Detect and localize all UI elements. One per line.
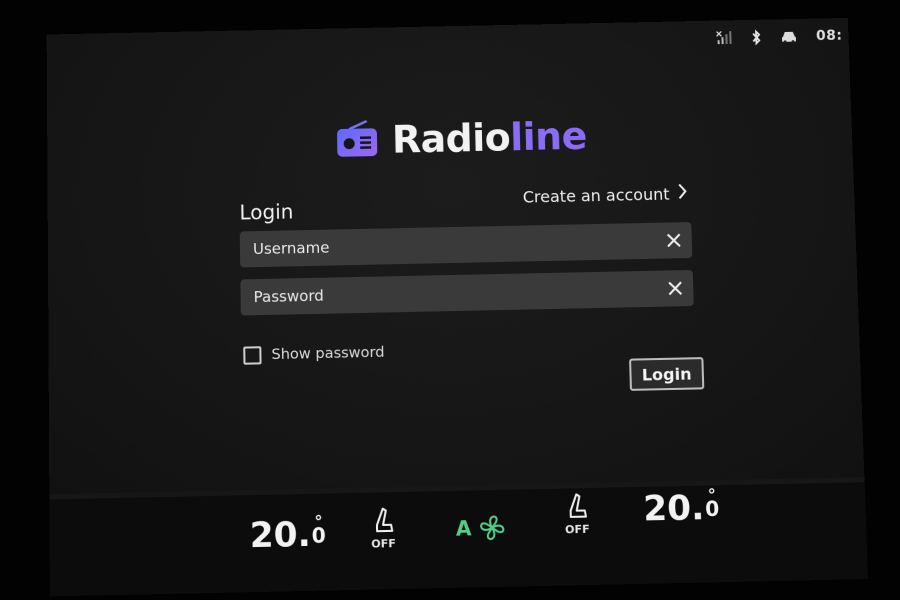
status-bar: 08: (716, 27, 843, 46)
fan-icon (477, 512, 508, 543)
login-button[interactable]: Login (629, 357, 705, 391)
app-name-part1: Radio (391, 115, 511, 162)
password-field[interactable]: Password (240, 269, 694, 316)
close-icon (668, 281, 682, 295)
infotainment-screen: 08: Radioline Login Create an account Us… (46, 17, 869, 597)
right-seat-label: OFF (564, 522, 590, 537)
fan-auto-label: A (455, 515, 472, 541)
left-seat-label: OFF (371, 536, 397, 551)
create-account-link[interactable]: Create an account (523, 182, 688, 207)
left-temp-decimal: 0 (311, 523, 326, 548)
show-password-label: Show password (271, 344, 385, 364)
signal-icon (716, 31, 733, 45)
climate-bar: 20. ° 0 OFF A OFF 20. ° 0 (49, 482, 869, 597)
right-temperature[interactable]: 20. ° 0 (642, 485, 720, 530)
username-field[interactable]: Username (239, 222, 693, 268)
login-heading: Login (239, 199, 294, 225)
car-icon (780, 29, 798, 45)
right-temp-unit: ° 0 (704, 485, 720, 522)
password-clear-button[interactable] (657, 270, 694, 307)
left-temp-value: 20. (249, 514, 311, 557)
right-temp-value: 20. (642, 487, 705, 530)
right-seat-heat-button[interactable]: OFF (564, 492, 590, 536)
left-temperature[interactable]: 20. ° 0 (249, 512, 327, 557)
left-seat-heat-button[interactable]: OFF (371, 506, 397, 551)
show-password-checkbox[interactable] (243, 346, 262, 365)
close-icon (667, 233, 681, 248)
chevron-right-icon (677, 182, 688, 204)
username-clear-button[interactable] (655, 222, 692, 259)
clock: 08: (815, 27, 843, 45)
right-temp-decimal: 0 (704, 496, 720, 522)
app-name-part2: line (509, 114, 588, 160)
app-name: Radioline (392, 114, 588, 162)
seat-icon (564, 492, 589, 523)
password-placeholder: Password (253, 286, 324, 307)
create-account-label: Create an account (522, 184, 670, 207)
app-area: 08: Radioline Login Create an account Us… (46, 17, 865, 495)
seat-icon (371, 506, 396, 537)
username-placeholder: Username (252, 238, 330, 259)
radio-icon (336, 119, 379, 161)
bluetooth-icon (750, 30, 762, 46)
left-temp-unit: ° 0 (311, 512, 326, 548)
auto-fan-button[interactable]: A (456, 512, 509, 544)
app-logo: Radioline (336, 114, 587, 163)
show-password-toggle[interactable]: Show password (243, 344, 385, 365)
